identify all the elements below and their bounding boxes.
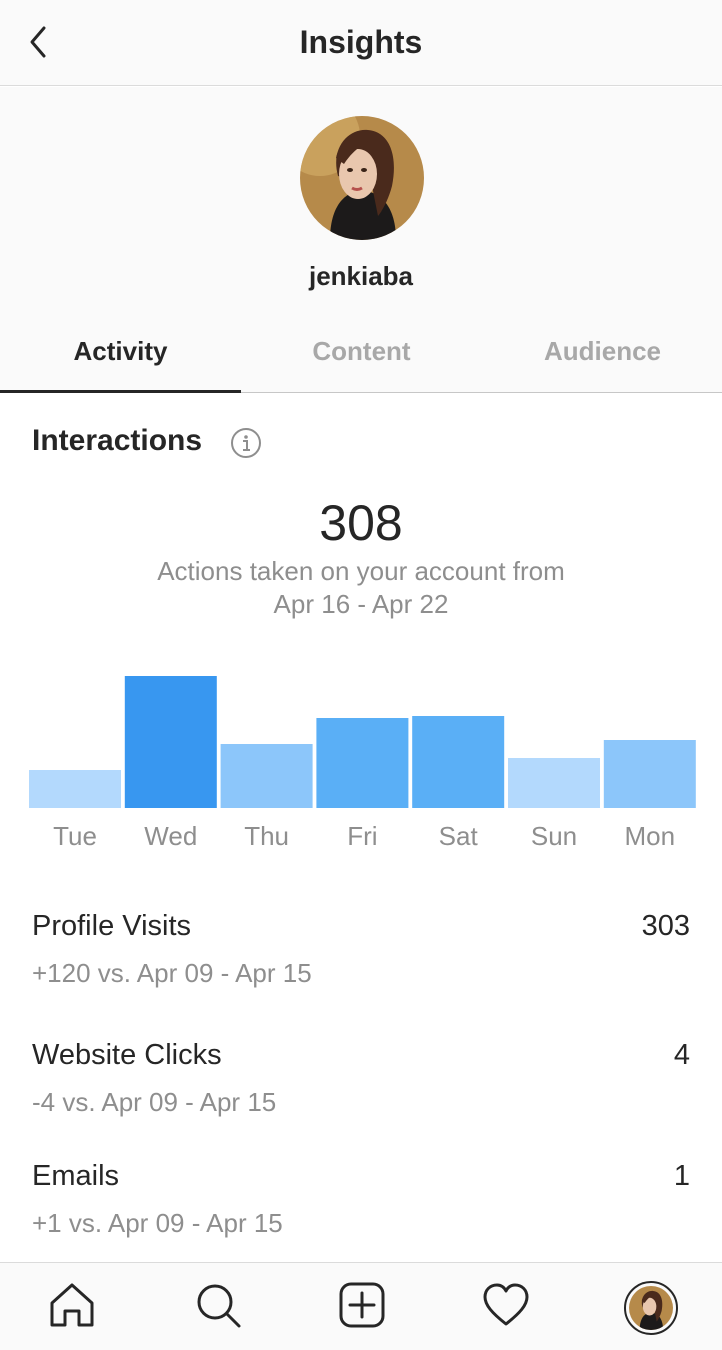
nav-home-button[interactable] <box>46 1279 98 1331</box>
tick-label-tue: Tue <box>53 821 97 851</box>
home-icon <box>50 1283 94 1327</box>
metric-value: 1 <box>673 1160 690 1192</box>
bar-tue[interactable] <box>29 770 121 808</box>
metric-comparison: -4 vs. Apr 09 - Apr 15 <box>32 1087 277 1117</box>
header-bar: Insights <box>0 0 722 86</box>
metric-label: Emails <box>32 1160 120 1192</box>
metric-website-clicks: Website Clicks 4 -4 vs. Apr 09 - Apr 15 <box>0 1039 722 1129</box>
page-title: Insights <box>299 24 423 60</box>
profile-avatar <box>629 1286 673 1330</box>
nav-search-button[interactable] <box>192 1279 244 1331</box>
interactions-date-range: Apr 16 - Apr 22 <box>273 589 449 619</box>
info-icon <box>231 428 261 458</box>
bar-sat[interactable] <box>412 716 505 808</box>
metric-value: 4 <box>673 1039 690 1071</box>
tick-label-wed: Wed <box>144 821 197 851</box>
metric-profile-visits: Profile Visits 303 +120 vs. Apr 09 - Apr… <box>0 910 722 1000</box>
tab-activity[interactable]: Activity <box>0 319 241 393</box>
profile-section: jenkiaba <box>0 87 722 319</box>
interactions-subtitle: Actions taken on your account from <box>157 556 565 586</box>
interactions-bar-chart: Tue Wed Thu Fri Sat Sun Mon <box>29 676 696 851</box>
tick-label-sat: Sat <box>439 821 479 851</box>
nav-activity-button[interactable] <box>480 1279 532 1331</box>
bar-sun[interactable] <box>508 758 600 808</box>
bottom-tab-bar <box>0 1262 722 1350</box>
bar-wed[interactable] <box>124 676 217 808</box>
metric-comparison: +120 vs. Apr 09 - Apr 15 <box>32 958 312 988</box>
section-title: Interactions <box>32 424 203 457</box>
metric-comparison: +1 vs. Apr 09 - Apr 15 <box>32 1208 283 1238</box>
username: jenkiaba <box>308 261 414 291</box>
metric-label: Profile Visits <box>32 910 192 942</box>
tick-label-thu: Thu <box>244 821 289 851</box>
bar-fri[interactable] <box>316 718 409 808</box>
metric-emails: Emails 1 +1 vs. Apr 09 - Apr 15 <box>0 1160 722 1250</box>
nav-add-post-button[interactable] <box>336 1279 388 1331</box>
info-button[interactable] <box>230 427 262 459</box>
insights-tabs: Activity Content Audience <box>0 319 722 393</box>
bar-mon[interactable] <box>603 740 696 808</box>
tab-audience[interactable]: Audience <box>482 319 722 392</box>
tick-label-mon: Mon <box>625 821 676 851</box>
avatar <box>300 116 424 240</box>
heart-icon <box>483 1283 529 1326</box>
nav-profile-button[interactable] <box>624 1281 678 1335</box>
add-post-icon <box>339 1282 385 1328</box>
bar-thu[interactable] <box>220 744 313 808</box>
tick-label-sun: Sun <box>531 821 577 851</box>
interactions-total: 308 <box>319 495 403 551</box>
tab-content[interactable]: Content <box>241 319 482 392</box>
search-icon <box>197 1284 241 1328</box>
metric-value: 303 <box>641 910 690 942</box>
tick-label-fri: Fri <box>347 821 377 851</box>
metric-label: Website Clicks <box>32 1039 222 1071</box>
